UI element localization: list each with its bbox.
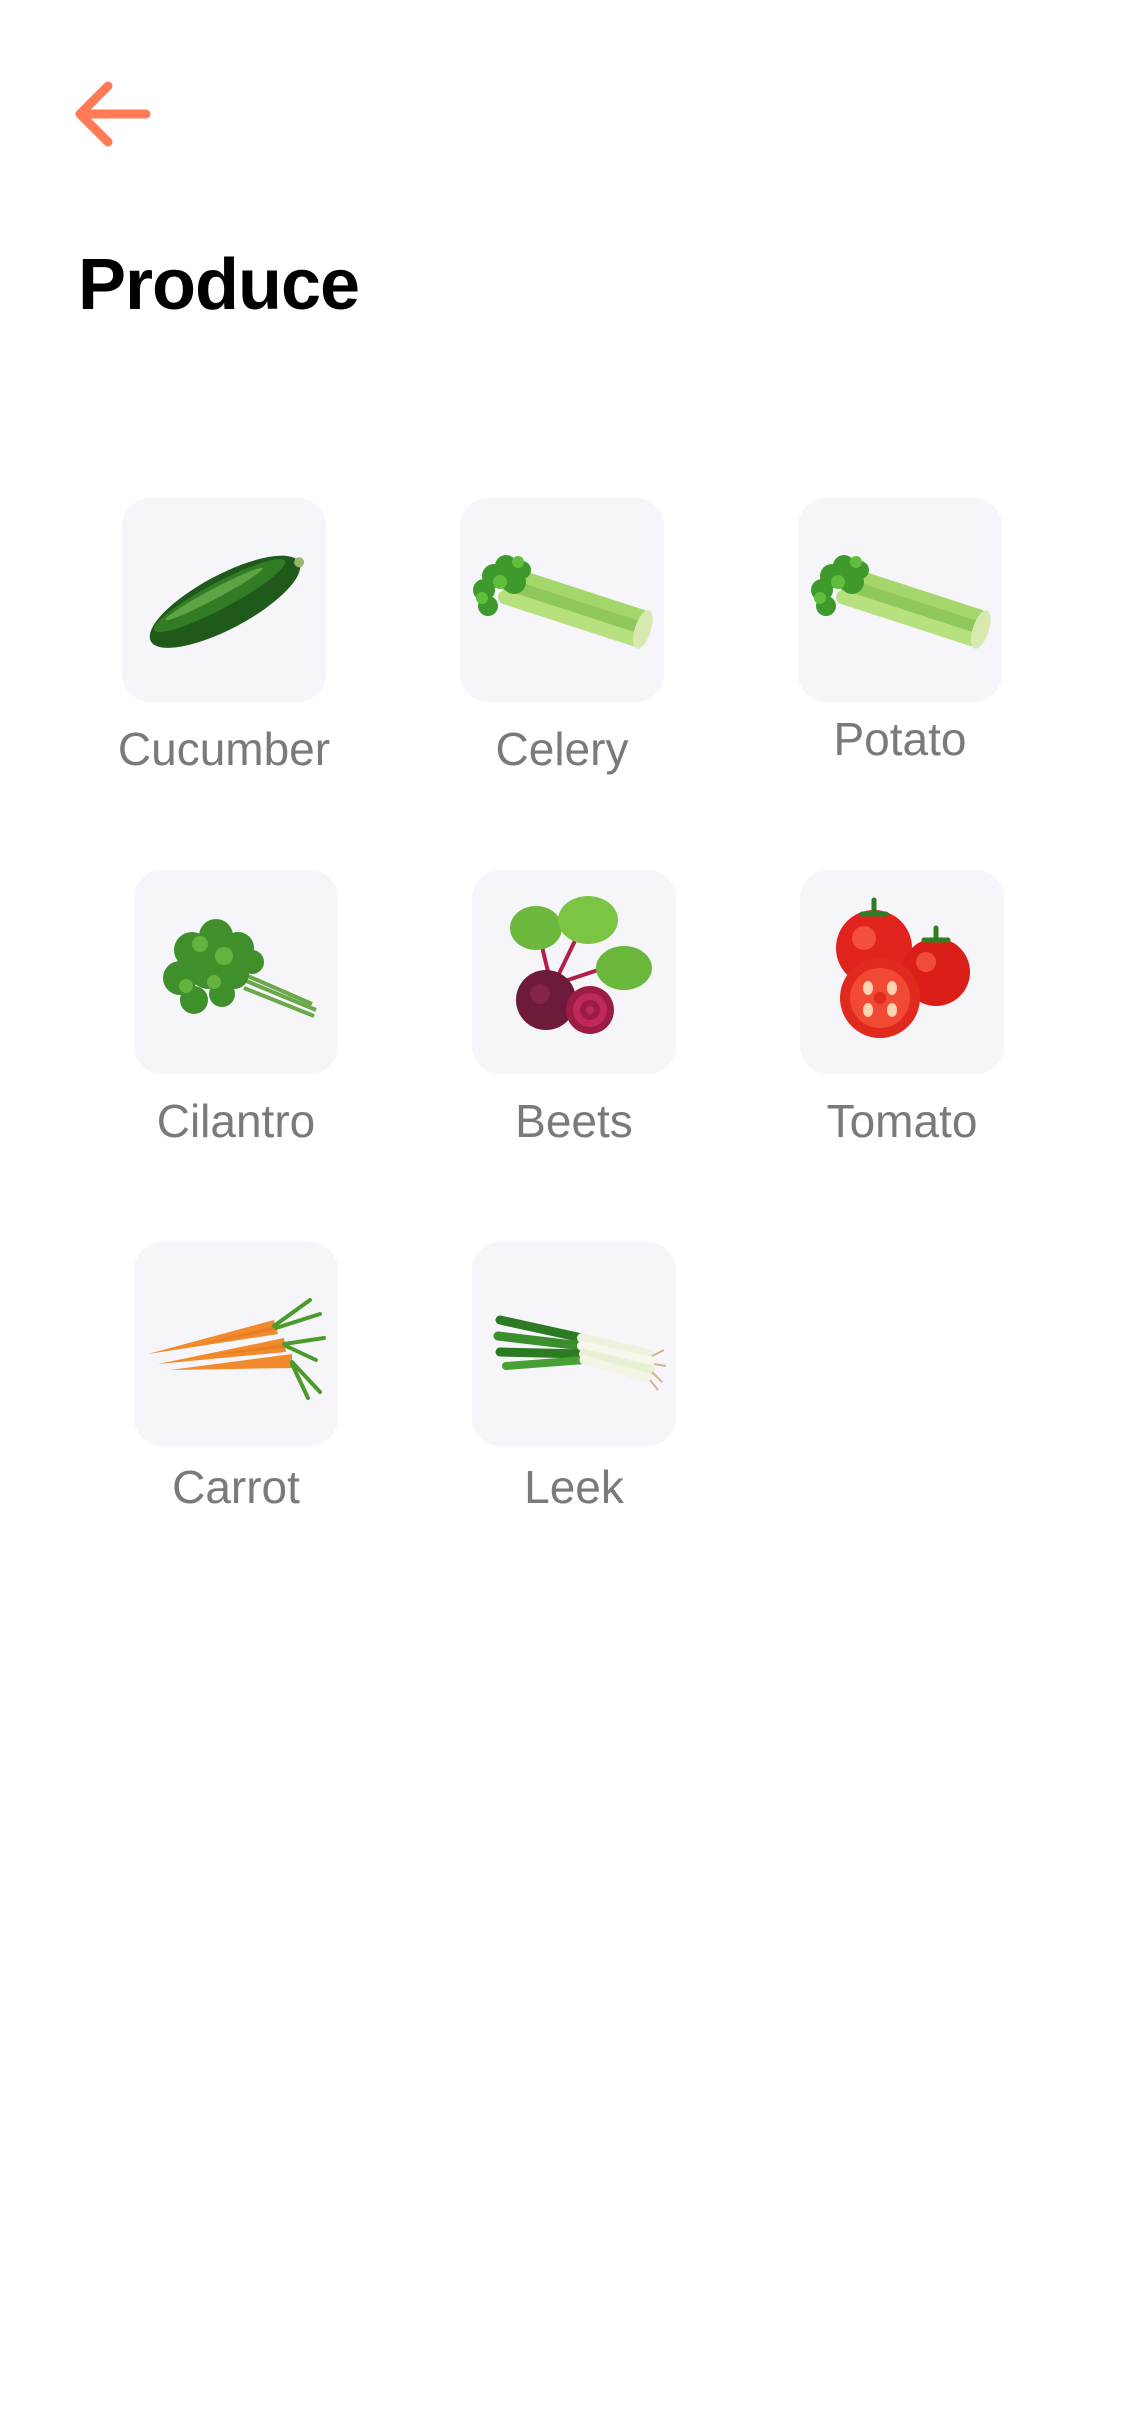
page-title: Produce (78, 245, 360, 325)
produce-tile-tomato[interactable] (800, 870, 1004, 1074)
celery-icon (473, 555, 653, 649)
produce-label[interactable]: Potato (740, 712, 1060, 766)
tomato-icon (836, 897, 970, 1038)
produce-tile-celery[interactable] (460, 498, 664, 702)
produce-tile-leek[interactable] (472, 1242, 676, 1446)
produce-tile-cucumber[interactable] (122, 498, 326, 702)
produce-label[interactable]: Tomato (742, 1094, 1062, 1148)
back-button[interactable] (70, 76, 160, 156)
produce-label[interactable]: Leek (414, 1460, 734, 1514)
produce-tile-cilantro[interactable] (134, 870, 338, 1074)
cucumber-icon (149, 555, 305, 648)
produce-tile-beets[interactable] (472, 870, 676, 1074)
produce-label[interactable]: Beets (414, 1094, 734, 1148)
produce-tile-carrot[interactable] (134, 1242, 338, 1446)
leek-icon (493, 1315, 667, 1391)
arrow-left-icon (75, 81, 151, 147)
produce-label[interactable]: Carrot (76, 1460, 396, 1514)
carrot-icon (148, 1298, 326, 1400)
produce-label[interactable]: Cucumber (64, 722, 384, 776)
produce-tile-potato[interactable] (798, 498, 1002, 702)
beets-icon (510, 896, 652, 1034)
produce-label[interactable]: Cilantro (76, 1094, 396, 1148)
celery-icon (811, 555, 991, 649)
cilantro-icon (163, 919, 317, 1018)
produce-label[interactable]: Celery (402, 722, 722, 776)
